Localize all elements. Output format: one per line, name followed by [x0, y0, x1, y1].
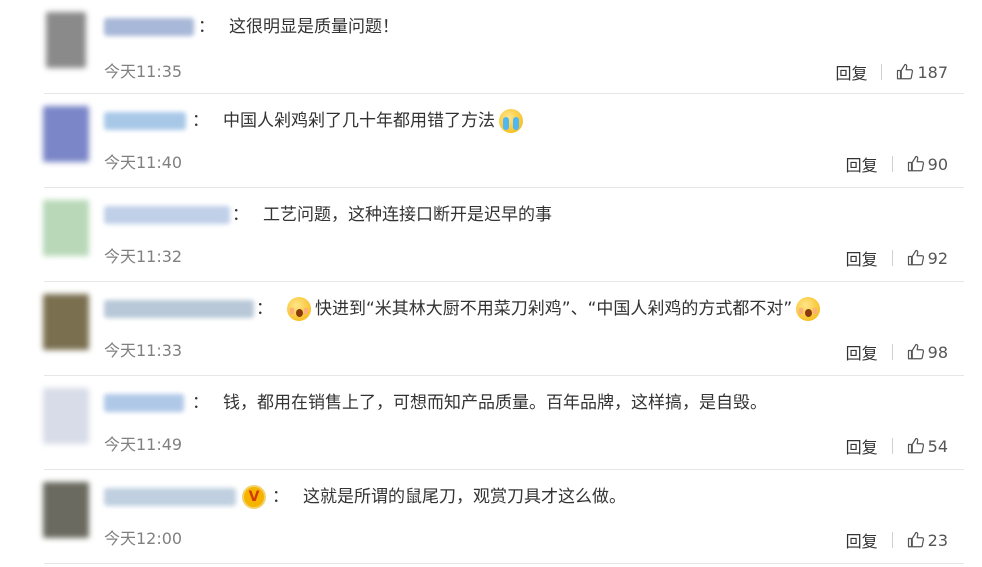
reply-button[interactable]: 回复 [846, 152, 878, 176]
username[interactable] [104, 206, 230, 224]
reply-button[interactable]: 回复 [846, 340, 878, 364]
comment-time: 今天11:35 [104, 62, 183, 81]
thumbs-up-icon[interactable] [907, 343, 925, 361]
comment-content: ： 工艺问题，这种连接口断开是迟早的事 [232, 205, 552, 225]
avatar[interactable] [43, 294, 89, 350]
username[interactable] [104, 300, 254, 318]
like-count: 23 [927, 530, 948, 550]
action-divider [881, 64, 883, 80]
reply-button[interactable]: 回复 [846, 528, 878, 552]
like-count: 92 [927, 248, 948, 268]
comment-item: ： 中国人剁鸡剁了几十年都用错了方法 今天11:40 回复 90 [0, 94, 982, 188]
comment-content: ： 这很明显是质量问题！ [198, 17, 399, 37]
comment-actions: 回复 187 [835, 60, 948, 84]
thumbs-up-icon[interactable] [907, 155, 925, 173]
comment-content: ： 钱，都用在销售上了，可想而知产品质量。百年品牌，这样搞，是自毁。 [192, 393, 767, 413]
thumbs-up-icon[interactable] [907, 437, 925, 455]
comment-item: ： 钱，都用在销售上了，可想而知产品质量。百年品牌，这样搞，是自毁。 今天11:… [0, 376, 982, 470]
comment-actions: 回复 90 [846, 152, 948, 176]
avatar[interactable] [43, 106, 89, 162]
comment-actions: 回复 98 [846, 340, 948, 364]
reply-button[interactable]: 回复 [835, 60, 867, 84]
like-count: 54 [927, 436, 948, 456]
comment-text: 快进到“米其林大厨不用菜刀剁鸡”、“中国人剁鸡的方式都不对” [315, 299, 793, 319]
comment-text: 这很明显是质量问题！ [229, 17, 399, 37]
username[interactable] [104, 394, 184, 412]
avatar[interactable] [43, 388, 89, 444]
thumbs-up-icon[interactable] [907, 531, 925, 549]
comment-text: 这就是所谓的鼠尾刀，观赏刀具才这么做。 [303, 487, 626, 507]
screaming-face-emoji [287, 297, 311, 321]
reply-button[interactable]: 回复 [846, 434, 878, 458]
comment-item: V ： 这就是所谓的鼠尾刀，观赏刀具才这么做。 今天12:00 回复 23 [0, 470, 982, 564]
comment-time: 今天11:40 [104, 153, 183, 172]
username[interactable] [104, 18, 194, 36]
comment-actions: 回复 54 [846, 434, 948, 458]
comment-item: ： 这很明显是质量问题！ 今天11:35 回复 187 [0, 0, 982, 94]
username[interactable] [104, 488, 236, 506]
comment-content: ： 中国人剁鸡剁了几十年都用错了方法 [192, 109, 523, 133]
comment-actions: 回复 23 [846, 528, 948, 552]
thumbs-up-icon[interactable] [896, 63, 914, 81]
comment-item: ： 工艺问题，这种连接口断开是迟早的事 今天11:32 回复 92 [0, 188, 982, 282]
action-divider [891, 250, 893, 266]
comment-content: ： 快进到“米其林大厨不用菜刀剁鸡”、“中国人剁鸡的方式都不对” [256, 297, 824, 321]
comment-time: 今天11:32 [104, 247, 183, 266]
thumbs-up-icon[interactable] [907, 249, 925, 267]
crying-face-emoji [499, 109, 523, 133]
comment-list: ： 这很明显是质量问题！ 今天11:35 回复 187 ： 中国人剁鸡剁了几十年… [0, 0, 982, 567]
comment-content: V ： 这就是所谓的鼠尾刀，观赏刀具才这么做。 [242, 485, 626, 509]
like-count: 187 [917, 62, 948, 82]
comment-time: 今天11:49 [104, 435, 183, 454]
avatar[interactable] [43, 200, 89, 256]
username[interactable] [104, 112, 186, 130]
action-divider [891, 438, 893, 454]
reply-button[interactable]: 回复 [846, 246, 878, 270]
action-divider [891, 156, 893, 172]
action-divider [891, 532, 893, 548]
avatar[interactable] [46, 12, 86, 68]
comment-item: ： 快进到“米其林大厨不用菜刀剁鸡”、“中国人剁鸡的方式都不对” 今天11:33… [0, 282, 982, 376]
comment-actions: 回复 92 [846, 246, 948, 270]
screaming-face-emoji [796, 297, 821, 321]
comment-divider [44, 563, 964, 564]
comment-time: 今天11:33 [104, 341, 183, 360]
like-count: 90 [927, 154, 948, 174]
like-count: 98 [927, 342, 948, 362]
verified-badge-icon[interactable]: V [242, 485, 266, 509]
comment-text: 工艺问题，这种连接口断开是迟早的事 [263, 205, 552, 225]
avatar[interactable] [43, 482, 89, 538]
comment-text: 钱，都用在销售上了，可想而知产品质量。百年品牌，这样搞，是自毁。 [223, 393, 767, 413]
comment-text: 中国人剁鸡剁了几十年都用错了方法 [223, 111, 495, 131]
action-divider [891, 344, 893, 360]
comment-time: 今天12:00 [104, 529, 183, 548]
